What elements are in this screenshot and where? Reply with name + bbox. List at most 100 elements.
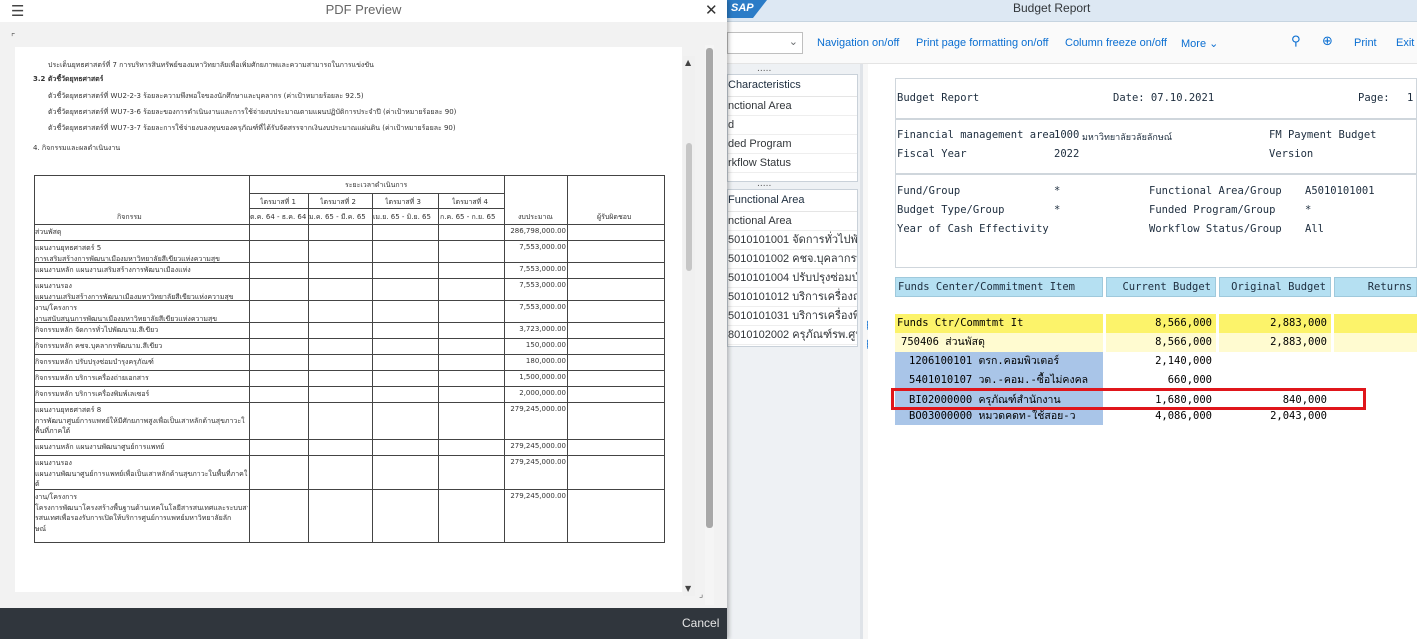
table-gridline: [34, 240, 664, 241]
fund-group-label: Fund/Group: [897, 185, 961, 197]
fa-row[interactable]: 5010101002 คชจ.บุคลากรพัฒ: [728, 250, 857, 269]
pdf-row-amount: 1,500,000.00: [519, 373, 566, 381]
crop-mark-icon: ⌟: [699, 590, 704, 600]
pdf-text-line: ตัวชี้วัดยุทธศาสตร์ที่ WU2-2-3 ร้อยละควา…: [48, 92, 364, 100]
viewer-scrollbar-thumb[interactable]: [706, 48, 713, 528]
sap-logo: SAP: [727, 0, 767, 18]
fm-payment-budget: FM Payment Budget: [1269, 129, 1377, 141]
scroll-down-icon[interactable]: ▼: [685, 584, 691, 593]
fm-area-label: Financial management area: [897, 129, 1056, 141]
pdf-th-quarter-date: ต.ค. 64 - ธ.ค. 64: [250, 213, 307, 221]
char-row[interactable]: ded Program: [728, 135, 857, 154]
table-row-item[interactable]: Funds Ctr/Commtmt It: [895, 314, 1103, 333]
characteristics-header: Characteristics: [728, 75, 857, 97]
pdf-row-text: งาน/โครงการ: [35, 304, 78, 312]
table-gridline: [34, 455, 664, 456]
more-menu-button[interactable]: More ⌄: [1181, 37, 1218, 50]
table-gridline: [34, 439, 664, 440]
pdf-row-amount: 150,000.00: [525, 341, 566, 349]
table-gridline: [34, 542, 664, 543]
report-title: Budget Report: [897, 92, 980, 104]
pdf-row-text: แผนงานหลัก แผนงานเสริมสร้างการพัฒนาเมือง…: [35, 266, 191, 274]
table-row-original: 2,043,000: [1270, 410, 1327, 422]
page-value: 1: [1407, 92, 1414, 104]
pdf-th-quarter-date: ม.ค. 65 - มี.ค. 65: [309, 213, 366, 221]
funded-program-value: *: [1305, 204, 1312, 216]
pdf-text-line: ตัวชี้วัดยุทธศาสตร์ที่ WU7-3-7 ร้อยละการ…: [48, 124, 456, 132]
sap-window-title: Budget Report: [1013, 1, 1091, 15]
cancel-button[interactable]: Cancel: [682, 616, 719, 630]
variant-select[interactable]: ⌄: [727, 32, 803, 54]
char-row[interactable]: rkflow Status: [728, 154, 857, 173]
functional-area-label: Functional Area/Group: [1149, 185, 1282, 197]
pdf-row-text: ส่วนพัสดุ: [35, 228, 62, 236]
search-icon[interactable]: ⚲: [1291, 34, 1301, 49]
page-scrollbar-thumb[interactable]: [686, 143, 692, 271]
functional-area-value: A5010101001: [1305, 185, 1375, 197]
more-label: More: [1181, 38, 1207, 50]
menu-icon[interactable]: ☰: [11, 2, 24, 20]
table-row-current: 8,566,000: [1106, 314, 1216, 333]
pdf-th-period: ระยะเวลาดำเนินการ: [345, 181, 408, 189]
report-date: Date: 07.10.2021: [1113, 92, 1215, 104]
print-formatting-toggle-button[interactable]: Print page formatting on/off: [916, 37, 1049, 49]
col-header-funds-center[interactable]: Funds Center/Commitment Item: [895, 277, 1103, 297]
functional-area-header: Functional Area: [728, 190, 857, 212]
pdf-th-quarter-date: ก.ค. 65 - ก.ย. 65: [440, 213, 496, 221]
page-scrollbar[interactable]: [683, 56, 695, 596]
col-header-returns[interactable]: Returns: [1334, 277, 1417, 297]
pdf-row-text: แผนงานรอง: [35, 282, 72, 290]
table-gridline: [567, 175, 568, 543]
workflow-status-label: Workflow Status/Group: [1149, 223, 1282, 235]
fa-row[interactable]: 8010102002 ครุภัณฑ์รพ.ศูนย์แ: [728, 326, 857, 345]
table-row-item[interactable]: 750406 ส่วนพัสดุ: [895, 333, 1103, 352]
pdf-text-line: ตัวชี้วัดยุทธศาสตร์ที่ WU7-3-6 ร้อยละของ…: [48, 108, 457, 116]
scroll-up-icon[interactable]: ▲: [685, 58, 691, 67]
fa-row[interactable]: 5010101001 จัดการทั่วไปพัฒน: [728, 231, 857, 250]
pdf-row-text: แผนงานพัฒนาศูนย์การแพทย์เพื่อเป็นเสาหลัก…: [35, 469, 248, 478]
pdf-row-amount: 3,723,000.00: [519, 325, 566, 333]
highlight-box: [891, 388, 1366, 410]
pdf-th-owner: ผู้รับผิดชอบ: [597, 213, 632, 221]
table-row-current: 4,086,000: [1155, 410, 1212, 422]
exit-button[interactable]: Exit: [1396, 37, 1414, 49]
chevron-down-icon: ⌄: [1209, 38, 1219, 50]
pdf-th-quarter: ไตรมาสที่ 4: [452, 198, 488, 206]
drag-handle-icon[interactable]: .....: [757, 64, 771, 74]
page-label: Page:: [1358, 92, 1390, 104]
pdf-row-amount: 286,798,000.00: [510, 227, 566, 235]
drag-handle-icon[interactable]: .....: [757, 179, 771, 189]
dialog-title: PDF Preview: [325, 2, 402, 17]
col-header-current-budget[interactable]: Current Budget: [1106, 277, 1216, 297]
navigation-toggle-button[interactable]: Navigation on/off: [817, 37, 899, 49]
pdf-th-quarter: ไตรมาสที่ 1: [260, 198, 296, 206]
char-row[interactable]: nctional Area: [728, 97, 857, 116]
table-row-item[interactable]: BO03000000 หมวดคดท-ใช้สอย-ว: [895, 410, 1103, 425]
pdf-row-text: แผนงานหลัก แผนงานพัฒนาศูนย์การแพทย์: [35, 443, 165, 451]
fa-row[interactable]: 5010101031 บริการเครื่องพิมพ์: [728, 307, 857, 326]
zoom-in-icon[interactable]: ⊕: [1322, 34, 1333, 49]
pdf-row-text: แผนงานรอง: [35, 459, 72, 467]
print-button[interactable]: Print: [1354, 37, 1377, 49]
pdf-row-text: งานสนับสนุนการพัฒนาเมืองมหาวิทยาลัยสีเขี…: [35, 314, 218, 323]
table-gridline: [34, 175, 664, 176]
table-row-current: 8,566,000: [1106, 333, 1216, 352]
column-freeze-toggle-button[interactable]: Column freeze on/off: [1065, 37, 1167, 49]
table-row-item[interactable]: 1206100101 ตรก.คอมพิวเตอร์: [895, 352, 1103, 371]
pdf-row-text: กิจกรรมหลัก ปรับปรุงซ่อมบำรุงครุภัณฑ์: [35, 358, 154, 366]
fa-row[interactable]: 5010101012 บริการเครื่องถ่ายเ: [728, 288, 857, 307]
table-gridline: [249, 193, 504, 194]
workflow-status-value: All: [1305, 223, 1324, 235]
table-row-returns: [1334, 314, 1417, 333]
table-row-original: 2,883,000: [1219, 333, 1331, 352]
pdf-row-text: งาน/โครงการ: [35, 493, 78, 501]
col-header-original-budget[interactable]: Original Budget: [1219, 277, 1331, 297]
panel-splitter[interactable]: [860, 64, 863, 639]
chevron-down-icon: ⌄: [788, 35, 798, 48]
close-icon[interactable]: ✕: [705, 1, 718, 19]
budget-type-value: *: [1054, 204, 1061, 216]
pdf-row-text: กิจกรรมหลัก บริการเครื่องถ่ายเอกสาร: [35, 374, 149, 382]
table-gridline: [664, 175, 665, 543]
fa-row[interactable]: 5010101004 ปรับปรุงซ่อมบำรุ: [728, 269, 857, 288]
char-row[interactable]: d: [728, 116, 857, 135]
